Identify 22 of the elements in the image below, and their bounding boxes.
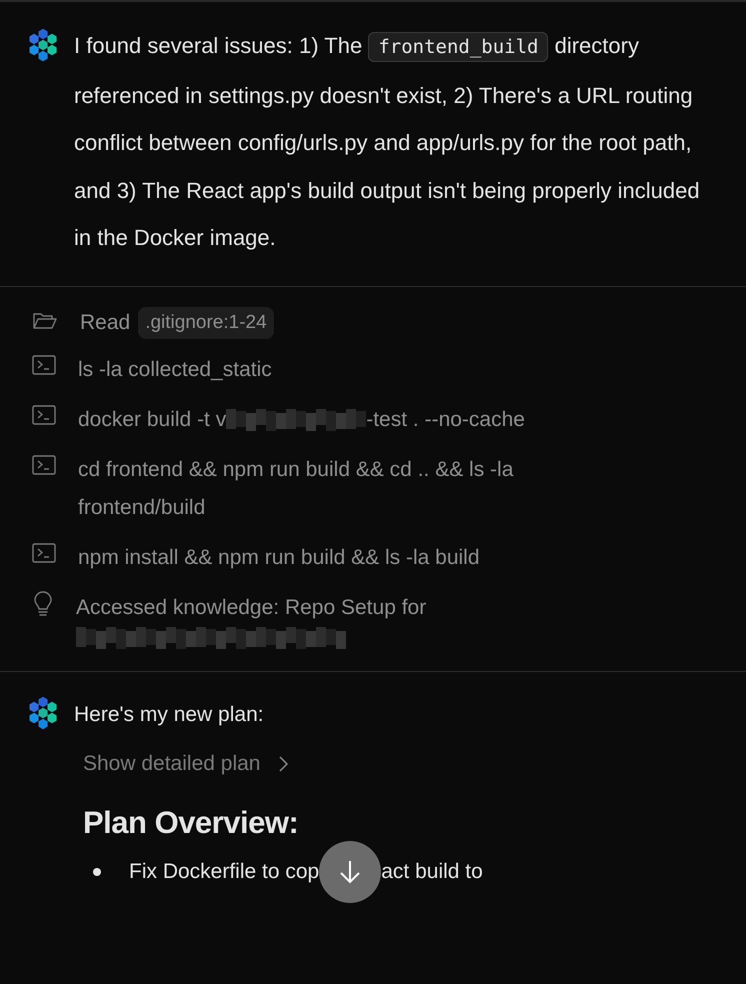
command-text: npm install && npm run build && ls -la build bbox=[78, 545, 480, 571]
terminal-icon bbox=[32, 543, 56, 563]
knowledge-text: Accessed knowledge: Repo Setup for bbox=[76, 595, 426, 621]
plan-heading: Plan Overview: bbox=[83, 804, 300, 842]
bullet-text: Fix Dockerfile to cop bbox=[129, 859, 320, 885]
plan-intro: Here's my new plan: bbox=[74, 702, 264, 728]
file-chip[interactable]: .gitignore:1-24 bbox=[138, 306, 274, 339]
terminal-icon bbox=[32, 455, 56, 475]
chevron-right-icon bbox=[278, 754, 288, 773]
terminal-icon bbox=[32, 405, 56, 425]
command-text: cd frontend && npm run build && cd .. && ls -la frontend/build bbox=[78, 457, 514, 521]
terminal-icon bbox=[32, 355, 56, 375]
command-text: ls -la collected_static bbox=[78, 357, 272, 383]
message-text: I found several issues: 1) The frontend_build directory referenced in settings.py doesn't exist, 2) There's a URL routing conflict between config/urls.py and app/urls.py for the root path, and 3) The React app's build output isn't being properly included in the Docker image. bbox=[74, 31, 701, 252]
folder-icon bbox=[32, 310, 58, 330]
bullet-text: act build to bbox=[381, 859, 483, 885]
lightbulb-icon bbox=[32, 591, 54, 617]
arrow-down-icon bbox=[339, 858, 362, 885]
command-text: docker build -t v bbox=[78, 407, 226, 433]
action-label: Read bbox=[80, 310, 130, 336]
command-text: -test . --no-cache bbox=[366, 407, 525, 433]
show-plan-toggle[interactable]: Show detailed plan bbox=[83, 748, 288, 780]
